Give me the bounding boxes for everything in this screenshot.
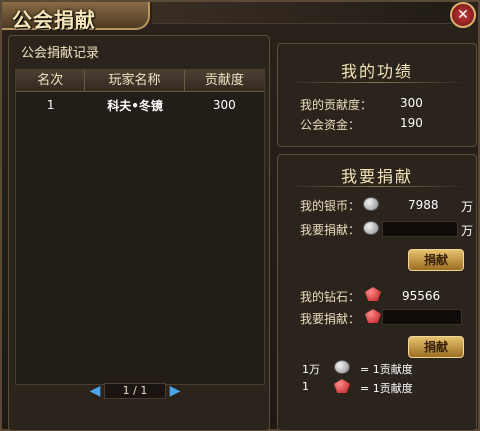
donate-diamond-button[interactable]: 捐献	[408, 336, 464, 358]
silver-donate-input[interactable]	[382, 221, 458, 237]
row-contribution: 300	[212, 98, 236, 112]
records-title: 公会捐献记录	[21, 46, 100, 61]
donate-title: 我要捐献	[340, 167, 413, 186]
my-merit-panel: 我的功绩 我的贡献度： 300 公会资金： 190	[277, 43, 477, 147]
rate1-quantity: 1万	[302, 363, 320, 376]
next-page-icon[interactable]: ▶	[168, 383, 182, 399]
table-row[interactable]: 1 科夫•冬镜 300	[16, 92, 264, 118]
merit-title: 我的功绩	[340, 62, 413, 81]
records-table: 名次 玩家名称 贡献度 1 科夫•冬镜 300	[15, 69, 265, 385]
red-diamond-icon	[334, 379, 350, 393]
diamond-donate-label: 我要捐献：	[300, 312, 361, 326]
merit-title-divider	[288, 82, 466, 83]
rate1-text: = 1贡献度	[360, 363, 413, 376]
diamond-label: 我的钻石：	[300, 290, 361, 304]
red-diamond-icon	[365, 309, 381, 323]
guild-fund-label: 公会资金：	[300, 118, 361, 132]
top-decoration	[152, 2, 452, 24]
row-player-name: 科夫•冬镜	[107, 98, 163, 113]
column-rank: 名次	[16, 70, 86, 91]
red-diamond-icon	[365, 287, 381, 301]
donation-records-panel: 公会捐献记录 名次 玩家名称 贡献度 1 科夫•冬镜 300	[8, 35, 270, 431]
column-contribution: 贡献度	[204, 73, 244, 88]
contribution-label: 我的贡献度：	[300, 98, 373, 112]
page-indicator: 1 / 1	[104, 383, 166, 399]
table-header: 名次 玩家名称 贡献度	[16, 70, 264, 92]
silver-coin-icon	[334, 360, 350, 374]
prev-page-icon[interactable]: ◀	[88, 383, 102, 399]
silver-coin-icon	[363, 221, 379, 235]
silver-input-unit: 万	[461, 224, 474, 238]
diamond-value: 95566	[402, 289, 441, 303]
column-player-name: 玩家名称	[85, 70, 185, 91]
window-title: 公会捐献	[12, 8, 96, 32]
donate-panel: 我要捐献 我的银币： 7988 万 我要捐献： 万 捐献 我的钻石： 95566…	[277, 154, 477, 431]
contribution-value: 300	[400, 96, 423, 110]
donate-title-divider	[288, 186, 466, 187]
diamond-donate-input[interactable]	[382, 309, 462, 325]
silver-coin-icon	[363, 197, 379, 211]
close-button[interactable]: ✕	[450, 2, 476, 28]
pager: ◀ 1 / 1 ▶	[88, 383, 182, 399]
guild-donate-window: 公会捐献 ✕ 公会捐献记录 名次 玩家名称 贡献度 1 科夫•冬镜 300 ◀ …	[0, 0, 480, 431]
title-tab: 公会捐献	[2, 2, 150, 32]
silver-unit: 万	[461, 200, 474, 214]
row-rank: 1	[46, 98, 55, 112]
silver-donate-label: 我要捐献：	[300, 223, 361, 237]
guild-fund-value: 190	[400, 116, 423, 130]
silver-value: 7988	[408, 198, 439, 212]
silver-label: 我的银币：	[300, 199, 361, 213]
rate2-quantity: 1	[302, 380, 309, 393]
donate-silver-button[interactable]: 捐献	[408, 249, 464, 271]
rate2-text: = 1贡献度	[360, 382, 413, 395]
